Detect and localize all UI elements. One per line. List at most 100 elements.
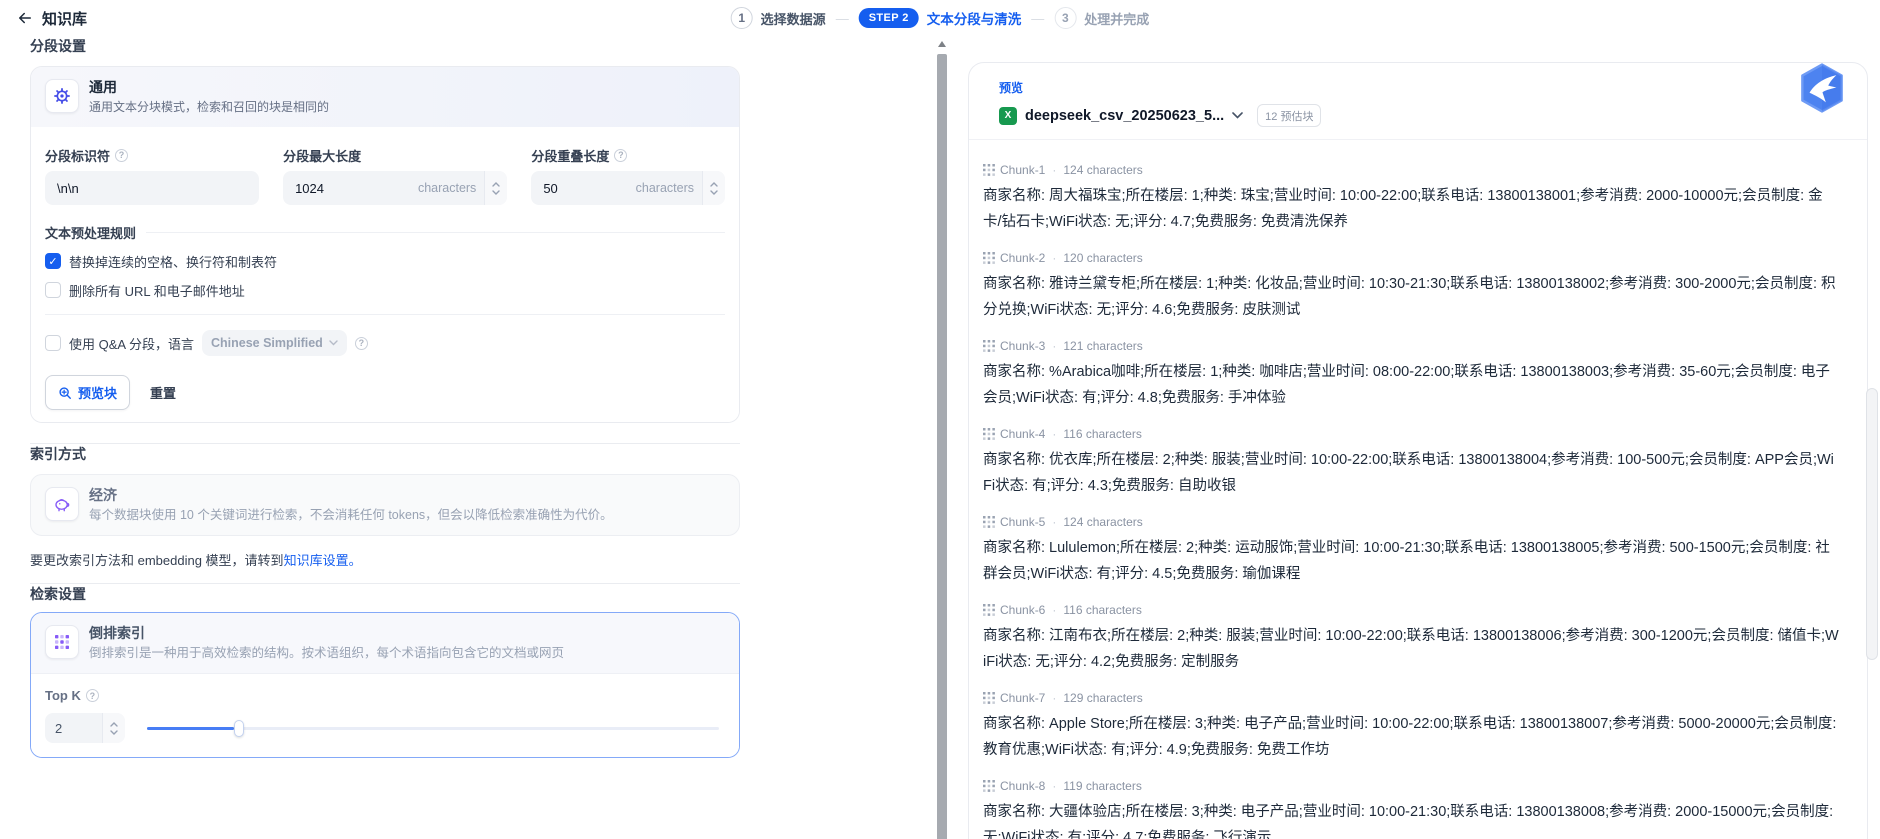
file-name: deepseek_csv_20250623_5... bbox=[1025, 108, 1224, 124]
chunk-char-count: 129 characters bbox=[1063, 691, 1142, 705]
help-icon bbox=[86, 689, 99, 702]
chunk-char-count: 124 characters bbox=[1063, 163, 1142, 177]
rule-label: 删除所有 URL 和电子邮件地址 bbox=[69, 281, 245, 300]
divider bbox=[45, 314, 725, 315]
dot-separator: · bbox=[1052, 251, 1056, 265]
rule-checkbox[interactable] bbox=[45, 253, 61, 269]
inverted-index-card[interactable]: 倒排索引 倒排索引是一种用于高效检索的结构。按术语组织，每个术语指向包含它的文档… bbox=[30, 612, 740, 758]
top-k-label: Top K bbox=[45, 688, 81, 703]
step-2-badge: STEP 2 bbox=[859, 8, 919, 28]
economical-index-card: 经济 每个数据块使用 10 个关键词进行检索，不会消耗任何 tokens，但会以… bbox=[30, 474, 740, 536]
chunk-item: Chunk-5 · 124 characters 商家名称: Lululemon… bbox=[983, 514, 1841, 587]
actions-row: 预览块 重置 bbox=[45, 375, 725, 410]
chunk-grid-icon bbox=[983, 428, 995, 440]
page-title: 知识库 bbox=[42, 8, 87, 29]
chunk-header: Chunk-4 · 116 characters bbox=[983, 426, 1841, 441]
chevron-down-icon bbox=[1232, 112, 1243, 119]
overlap-input[interactable]: 50 characters bbox=[531, 171, 725, 205]
segment-settings-title: 分段设置 bbox=[30, 36, 740, 56]
preview-scrollbar-thumb[interactable] bbox=[1866, 388, 1878, 660]
qa-checkbox[interactable] bbox=[45, 335, 61, 351]
chunk-title: Chunk-3 bbox=[1000, 339, 1045, 353]
preprocess-rule-row: 删除所有 URL 和电子邮件地址 bbox=[45, 280, 725, 300]
field-overlap: 分段重叠长度 50 characters bbox=[531, 147, 725, 205]
help-icon bbox=[115, 149, 128, 162]
chunk-item: Chunk-8 · 119 characters 商家名称: 大疆体验店;所在楼… bbox=[983, 778, 1841, 839]
chunk-item: Chunk-6 · 116 characters 商家名称: 江南布衣;所在楼层… bbox=[983, 602, 1841, 675]
file-selector[interactable]: X deepseek_csv_20250623_5... 12 预估块 bbox=[999, 104, 1321, 127]
step-separator: — bbox=[836, 11, 849, 26]
general-mode-header: 通用 通用文本分块模式，检索和召回的块是相同的 bbox=[31, 67, 739, 127]
slider-handle[interactable] bbox=[234, 720, 244, 737]
chunk-text: 商家名称: 大疆体验店;所在楼层: 3;种类: 电子产品;营业时间: 10:00… bbox=[983, 799, 1841, 839]
scrollbar-thumb[interactable] bbox=[937, 54, 947, 839]
chunk-grid-icon bbox=[983, 780, 995, 792]
chunk-char-count: 120 characters bbox=[1063, 251, 1142, 265]
inverted-index-name: 倒排索引 bbox=[89, 625, 564, 642]
chunk-text: 商家名称: %Arabica咖啡;所在楼层: 1;种类: 咖啡店;营业时间: 0… bbox=[983, 359, 1841, 411]
top-k-slider[interactable] bbox=[147, 719, 725, 737]
top-k-input[interactable]: 2 bbox=[45, 713, 125, 743]
preview-chunks-button[interactable]: 预览块 bbox=[45, 375, 130, 410]
step-separator: — bbox=[1031, 11, 1044, 26]
estimated-chunks-badge: 12 预估块 bbox=[1257, 104, 1321, 127]
retrieval-settings-title: 检索设置 bbox=[30, 584, 740, 604]
overlap-label: 分段重叠长度 bbox=[531, 146, 609, 165]
chunk-title: Chunk-8 bbox=[1000, 779, 1045, 793]
index-method-title: 索引方式 bbox=[30, 444, 740, 464]
chunk-text: 商家名称: 雅诗兰黛专柜;所在楼层: 1;种类: 化妆品;营业时间: 10:30… bbox=[983, 271, 1841, 323]
top-k-stepper[interactable] bbox=[102, 713, 125, 743]
chunk-text: 商家名称: Lululemon;所在楼层: 2;种类: 运动服饰;营业时间: 1… bbox=[983, 535, 1841, 587]
economical-name: 经济 bbox=[89, 487, 613, 504]
dot-separator: · bbox=[1052, 163, 1056, 177]
chevron-up-icon bbox=[110, 722, 118, 727]
left-pane-scrollbar[interactable] bbox=[935, 38, 949, 839]
top-bar: 知识库 1 选择数据源 — STEP 2 文本分段与清洗 — 3 处理并完成 bbox=[0, 0, 1880, 36]
help-icon bbox=[614, 149, 627, 162]
chunk-header: Chunk-1 · 124 characters bbox=[983, 162, 1841, 177]
chevron-down-icon bbox=[110, 730, 118, 735]
zoom-in-icon bbox=[58, 386, 72, 400]
step-3-number: 3 bbox=[1054, 7, 1076, 29]
dot-separator: · bbox=[1052, 427, 1056, 441]
step-1: 1 选择数据源 bbox=[731, 7, 826, 29]
step-2-current: STEP 2 文本分段与清洗 bbox=[859, 8, 1022, 28]
chunk-item: Chunk-1 · 124 characters 商家名称: 周大福珠宝;所在楼… bbox=[983, 162, 1841, 235]
rule-checkbox[interactable] bbox=[45, 282, 61, 298]
chevron-up-icon bbox=[492, 182, 500, 187]
delimiter-input[interactable]: \n\n bbox=[45, 171, 259, 205]
grid-index-icon bbox=[45, 625, 79, 659]
index-note: 要更改索引方法和 embedding 模型，请转到知识库设置。 bbox=[30, 550, 740, 569]
preview-label: 预览 bbox=[999, 79, 1847, 96]
chunk-header: Chunk-7 · 129 characters bbox=[983, 690, 1841, 705]
gear-icon bbox=[45, 79, 79, 113]
scroll-up-arrow-icon[interactable] bbox=[935, 38, 949, 50]
max-length-input[interactable]: 1024 characters bbox=[283, 171, 507, 205]
chunk-grid-icon bbox=[983, 604, 995, 616]
qa-language-select[interactable]: Chinese Simplified bbox=[202, 330, 347, 356]
preview-panel: 预览 X deepseek_csv_20250623_5... 12 预估块 bbox=[968, 62, 1868, 839]
rule-label: 替换掉连续的空格、换行符和制表符 bbox=[69, 252, 277, 271]
max-length-stepper[interactable] bbox=[484, 171, 507, 205]
field-max-length: 分段最大长度 1024 characters bbox=[283, 147, 507, 205]
chunk-item: Chunk-2 · 120 characters 商家名称: 雅诗兰黛专柜;所在… bbox=[983, 250, 1841, 323]
overlap-stepper[interactable] bbox=[702, 171, 725, 205]
inverted-index-body: Top K 2 bbox=[31, 674, 739, 757]
chunk-title: Chunk-4 bbox=[1000, 427, 1045, 441]
preview-header: 预览 X deepseek_csv_20250623_5... 12 预估块 bbox=[969, 63, 1867, 140]
reset-button[interactable]: 重置 bbox=[150, 383, 176, 402]
kb-settings-link[interactable]: 知识库设置。 bbox=[284, 553, 362, 568]
chunk-grid-icon bbox=[983, 516, 995, 528]
settings-pane: 分段设置 通用 bbox=[30, 36, 740, 758]
back-button[interactable] bbox=[12, 5, 38, 31]
overlap-unit: characters bbox=[636, 171, 702, 205]
chunk-char-count: 116 characters bbox=[1063, 427, 1142, 441]
dot-separator: · bbox=[1052, 339, 1056, 353]
general-mode-card[interactable]: 通用 通用文本分块模式，检索和召回的块是相同的 分段标识符 \n\n bbox=[30, 66, 740, 423]
chunk-title: Chunk-6 bbox=[1000, 603, 1045, 617]
general-mode-name: 通用 bbox=[89, 79, 329, 96]
preprocess-rules-title: 文本预处理规则 bbox=[45, 223, 725, 242]
chunk-item: Chunk-4 · 116 characters 商家名称: 优衣库;所在楼层:… bbox=[983, 426, 1841, 499]
inverted-index-header: 倒排索引 倒排索引是一种用于高效检索的结构。按术语组织，每个术语指向包含它的文档… bbox=[31, 613, 739, 674]
chunk-item: Chunk-3 · 121 characters 商家名称: %Arabica咖… bbox=[983, 338, 1841, 411]
